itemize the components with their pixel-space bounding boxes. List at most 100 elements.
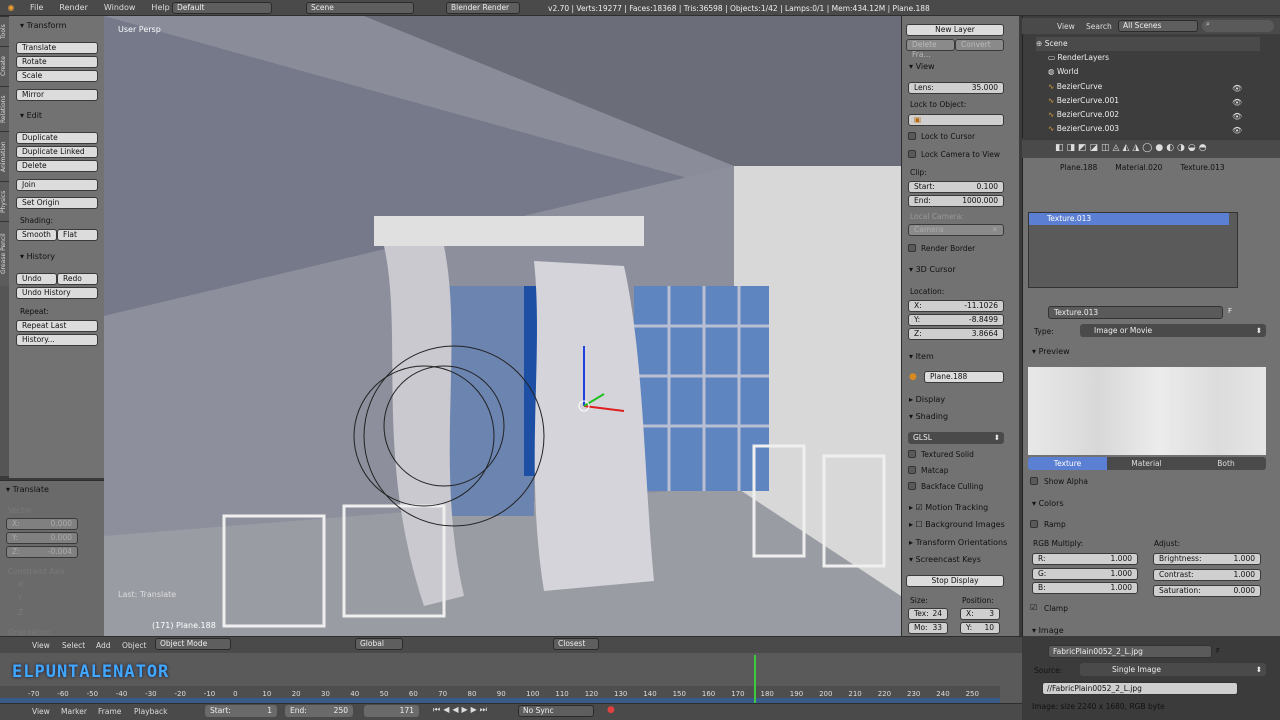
smooth-button[interactable]: Smooth [16, 229, 57, 241]
pos-y-field[interactable]: Y: 10 [960, 622, 1000, 634]
contrast-field[interactable]: Contrast: 1.000 [1153, 569, 1261, 581]
type-select[interactable]: Image or Movie ⬍ [1080, 324, 1266, 337]
breadcrumb-object[interactable]: Plane.188 [1060, 163, 1097, 179]
item-name-field[interactable]: Plane.188 [924, 371, 1004, 383]
lens-field[interactable]: Lens: 35.000 [908, 82, 1004, 94]
tab-physics[interactable]: Physics [0, 181, 9, 221]
screencast-header[interactable]: ▾ Screencast Keys [909, 555, 981, 564]
constraint-x[interactable]: X [18, 580, 23, 589]
image-header[interactable]: ▾ Image [1032, 626, 1064, 635]
cursor-x-field[interactable]: X: -11.1026 [908, 300, 1004, 312]
constraint-z[interactable]: Z [18, 608, 23, 617]
mode-select[interactable]: Object Mode [155, 638, 231, 650]
translate-button[interactable]: Translate [16, 42, 98, 54]
history-button[interactable]: History... [16, 334, 98, 346]
scene-selector[interactable]: Scene [306, 2, 414, 14]
timeline-menu-view[interactable]: View [32, 707, 50, 716]
fake-user-button[interactable]: F [1228, 307, 1238, 315]
orientation-select[interactable]: Global [355, 638, 403, 650]
filepath-field[interactable]: //FabricPlain0052_2_L.jpg [1042, 682, 1238, 695]
display-header[interactable]: ▸ Display [909, 395, 945, 404]
tab-relations[interactable]: Relations [0, 86, 9, 131]
view-header[interactable]: ▾ View [909, 62, 935, 71]
texture-slot-selected[interactable]: Texture.013 [1029, 213, 1229, 225]
tex-field[interactable]: Tex: 24 [908, 608, 948, 620]
flat-button[interactable]: Flat [57, 229, 98, 241]
backface-checkbox[interactable] [908, 482, 916, 490]
render-engine-selector[interactable]: Blender Render [446, 2, 520, 14]
item-header[interactable]: ▾ Item [909, 352, 934, 361]
duplicate-linked-button[interactable]: Duplicate Linked [16, 146, 98, 158]
preview-tab-texture[interactable]: Texture [1028, 457, 1107, 470]
breadcrumb-texture[interactable]: Texture.013 [1180, 163, 1224, 179]
brightness-field[interactable]: Brightness: 1.000 [1153, 553, 1261, 565]
blender-logo-icon[interactable]: ◉ [0, 3, 22, 12]
tab-animation[interactable]: Animation [0, 131, 9, 181]
preview-header[interactable]: ▾ Preview [1032, 347, 1070, 356]
redo-button[interactable]: Redo [57, 273, 98, 285]
cursor-y-field[interactable]: Y: -8.8499 [908, 314, 1004, 326]
repeat-last-button[interactable]: Repeat Last [16, 320, 98, 332]
duplicate-button[interactable]: Duplicate [16, 132, 98, 144]
menu-render[interactable]: Render [51, 3, 95, 12]
3d-viewport[interactable] [104, 16, 901, 636]
op-x-field[interactable]: X: 0.000 [6, 518, 78, 530]
delete-button[interactable]: Delete [16, 160, 98, 172]
pos-x-field[interactable]: X: 3 [960, 608, 1000, 620]
property-context-tabs[interactable]: ◧◨◩◪◫◬◭◮◯●◐◑◒◓ [1055, 143, 1210, 153]
tab-grease-pencil[interactable]: Grease Pencil [0, 221, 9, 286]
layout-selector[interactable]: Default [172, 2, 272, 14]
sync-select[interactable]: No Sync [518, 705, 594, 717]
stop-display-button[interactable]: Stop Display [906, 575, 1004, 587]
outliner-item-bezier-001[interactable]: ∿ BezierCurve.001 [1048, 94, 1119, 108]
transform-header[interactable]: ▾ Transform [20, 21, 66, 30]
scale-button[interactable]: Scale [16, 70, 98, 82]
motion-tracking-header[interactable]: ▸ ☑ Motion Tracking [909, 503, 988, 512]
background-images-header[interactable]: ▸ ☐ Background Images [909, 520, 1005, 529]
outliner-search-input[interactable]: ⌕ [1202, 20, 1274, 32]
local-camera-field[interactable]: Camera ✕ [908, 224, 1004, 236]
preview-tab-both[interactable]: Both [1186, 457, 1266, 470]
render-border-checkbox[interactable] [908, 244, 916, 252]
history-header[interactable]: ▾ History [20, 252, 55, 261]
mirror-button[interactable]: Mirror [16, 89, 98, 101]
clamp-checkbox[interactable]: ☑ [1030, 603, 1037, 612]
tab-tools[interactable]: Tools [0, 16, 9, 46]
mo-field[interactable]: Mo: 33 [908, 622, 948, 634]
timeline-menu-marker[interactable]: Marker [61, 707, 87, 716]
rgb-b-field[interactable]: B: 1.000 [1032, 582, 1138, 594]
constraint-y[interactable]: Y [18, 594, 23, 603]
shading-mode-select[interactable]: GLSL ⬍ [908, 432, 1004, 444]
saturation-field[interactable]: Saturation: 0.000 [1153, 585, 1261, 597]
start-frame-field[interactable]: Start: 1 [205, 705, 277, 717]
new-layer-button[interactable]: New Layer [906, 24, 1004, 36]
colors-header[interactable]: ▾ Colors [1032, 499, 1064, 508]
outliner-view-menu[interactable]: View [1057, 22, 1075, 31]
playback-controls[interactable]: ⏮◀◀▶▶⏭ [433, 705, 490, 715]
view3d-menu-view[interactable]: View [32, 641, 50, 650]
current-frame-field[interactable]: 171 [364, 705, 419, 717]
edit-header[interactable]: ▾ Edit [20, 111, 42, 120]
operator-header[interactable]: ▾ Translate [6, 485, 49, 494]
texture-name-field[interactable]: Texture.013 [1048, 306, 1223, 319]
preview-tab-material[interactable]: Material [1107, 457, 1186, 470]
menu-file[interactable]: File [22, 3, 51, 12]
record-button-icon[interactable]: ● [607, 705, 615, 715]
lock-object-field[interactable]: ▣ [908, 114, 1004, 126]
outliner-item-world[interactable]: ◍ World [1048, 65, 1078, 79]
breadcrumb-material[interactable]: Material.020 [1115, 163, 1162, 179]
undo-button[interactable]: Undo [16, 273, 57, 285]
view3d-menu-add[interactable]: Add [96, 641, 111, 650]
outliner-item-bezier-002[interactable]: ∿ BezierCurve.002 [1048, 108, 1119, 122]
view3d-menu-object[interactable]: Object [122, 641, 146, 650]
ramp-checkbox[interactable] [1030, 520, 1038, 528]
end-frame-field[interactable]: End: 250 [285, 705, 353, 717]
rgb-r-field[interactable]: R: 1.000 [1032, 553, 1138, 565]
timeline-menu-playback[interactable]: Playback [134, 707, 167, 716]
tab-create[interactable]: Create [0, 46, 9, 86]
outliner-item-bezier-003[interactable]: ∿ BezierCurve.003 [1048, 122, 1119, 136]
outliner-item-renderlayers[interactable]: ▭ RenderLayers [1048, 51, 1109, 65]
snap-select[interactable]: Closest [553, 638, 599, 650]
outliner-item-scene[interactable]: ⊕ Scene [1036, 37, 1260, 51]
op-z-field[interactable]: Z: -0.004 [6, 546, 78, 558]
